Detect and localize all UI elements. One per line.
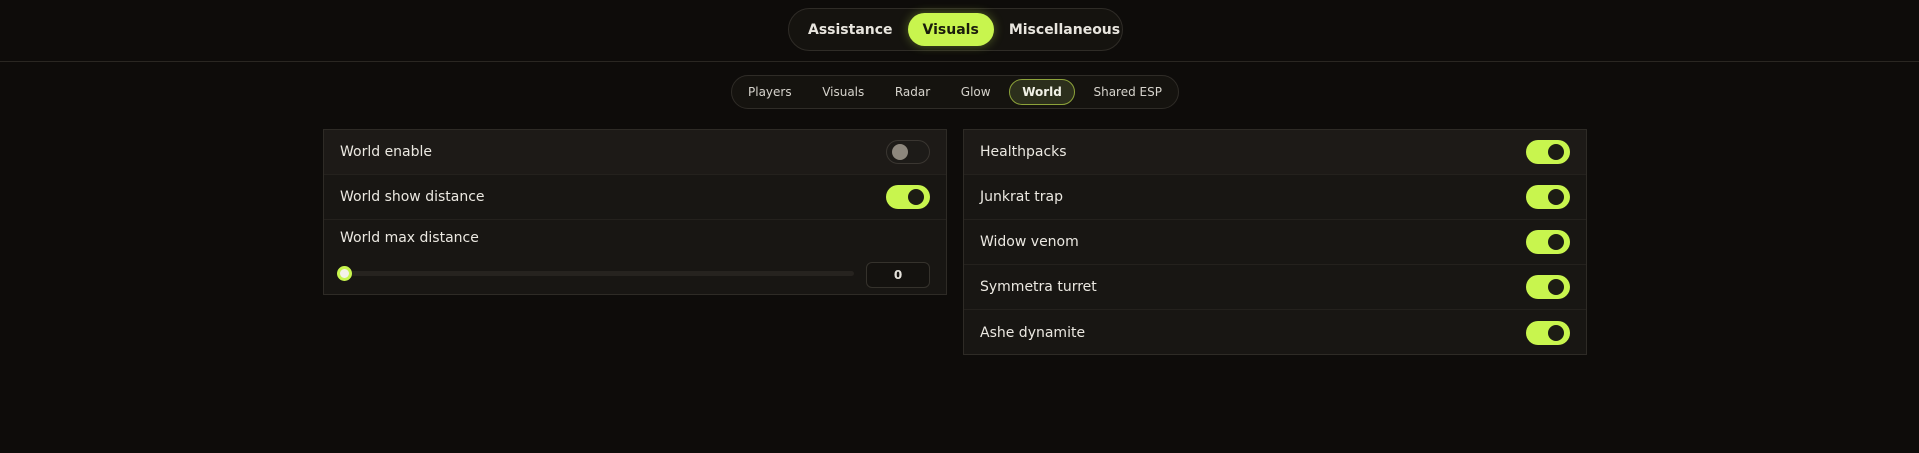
world-enable-row: World enable <box>324 130 946 175</box>
toggle-knob <box>1548 279 1564 295</box>
healthpacks-toggle[interactable] <box>1526 140 1570 164</box>
world-show-distance-row: World show distance <box>324 175 946 220</box>
junkrat-trap-label: Junkrat trap <box>980 189 1063 205</box>
world-enable-toggle[interactable] <box>886 140 930 164</box>
world-show-distance-label: World show distance <box>340 189 485 205</box>
tab-visuals[interactable]: Visuals <box>907 13 994 46</box>
toggle-knob <box>1548 144 1564 160</box>
world-show-distance-toggle[interactable] <box>886 185 930 209</box>
widow-venom-toggle[interactable] <box>1526 230 1570 254</box>
ashe-dynamite-toggle[interactable] <box>1526 320 1570 345</box>
world-max-distance-row: World max distance <box>324 220 946 294</box>
world-max-distance-slider[interactable] <box>337 266 854 281</box>
slider-thumb[interactable] <box>337 266 352 281</box>
toggle-knob <box>908 189 924 205</box>
top-bar: Assistance Visuals Miscellaneous <box>0 0 1919 62</box>
tab-miscellaneous[interactable]: Miscellaneous <box>994 13 1135 46</box>
toggle-knob <box>1548 324 1564 341</box>
symmetra-turret-row: Symmetra turret <box>964 265 1586 310</box>
main-tab-bar: Assistance Visuals Miscellaneous <box>788 8 1123 51</box>
healthpacks-label: Healthpacks <box>980 144 1067 160</box>
world-max-distance-label: World max distance <box>340 230 479 246</box>
junkrat-trap-toggle[interactable] <box>1526 185 1570 209</box>
toggle-knob <box>1548 234 1564 250</box>
toggle-knob <box>1548 189 1564 205</box>
ashe-dynamite-row: Ashe dynamite <box>964 310 1586 355</box>
junkrat-trap-row: Junkrat trap <box>964 175 1586 220</box>
subtab-radar[interactable]: Radar <box>883 79 942 105</box>
healthpacks-row: Healthpacks <box>964 130 1586 175</box>
world-objects-panel: Healthpacks Junkrat trap Widow venom Sym… <box>963 129 1587 355</box>
subtab-visuals[interactable]: Visuals <box>810 79 876 105</box>
world-max-distance-input[interactable] <box>866 262 930 288</box>
symmetra-turret-toggle[interactable] <box>1526 275 1570 299</box>
widow-venom-row: Widow venom <box>964 220 1586 265</box>
ashe-dynamite-label: Ashe dynamite <box>980 324 1086 341</box>
subtab-glow[interactable]: Glow <box>949 79 1003 105</box>
world-enable-label: World enable <box>340 144 433 160</box>
widow-venom-label: Widow venom <box>980 234 1079 250</box>
subtab-shared-esp[interactable]: Shared ESP <box>1081 79 1174 105</box>
sub-tab-bar: Players Visuals Radar Glow World Shared … <box>731 75 1179 109</box>
subtab-players[interactable]: Players <box>736 79 804 105</box>
subtab-world[interactable]: World <box>1009 79 1075 105</box>
symmetra-turret-label: Symmetra turret <box>980 279 1097 295</box>
tab-assistance[interactable]: Assistance <box>793 13 908 46</box>
world-settings-panel: World enable World show distance World m… <box>323 129 947 295</box>
toggle-knob <box>892 144 908 160</box>
